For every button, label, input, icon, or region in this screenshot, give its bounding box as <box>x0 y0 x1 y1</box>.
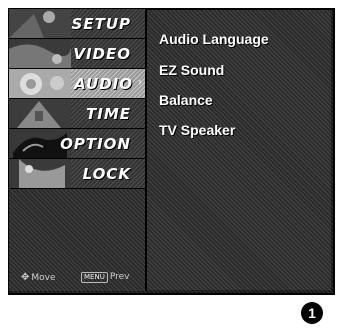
sidebar-item-label: OPTION <box>60 135 131 153</box>
prev-hint-label: Prev <box>109 272 130 282</box>
chevron-right-icon: › <box>138 77 142 88</box>
audio-thumbnail <box>9 69 71 98</box>
sidebar-item-time[interactable]: TIME <box>9 99 145 129</box>
prev-hint: MENU Prev <box>81 272 129 283</box>
sidebar-item-label: TIME <box>86 105 131 123</box>
sidebar-item-option[interactable]: OPTION <box>9 129 145 159</box>
time-thumbnail <box>9 99 71 128</box>
audio-submenu-pane: Audio Language EZ Sound Balance TV Speak… <box>147 10 331 290</box>
move-hint: ✥ Move <box>21 272 56 283</box>
lock-thumbnail <box>9 159 71 188</box>
submenu-item-ez-sound[interactable]: EZ Sound <box>159 62 224 78</box>
move-hint-label: Move <box>31 273 56 283</box>
main-menu-sidebar: SETUP VIDEO AUDIO › TIME OPTION LOCK <box>9 9 147 291</box>
sidebar-item-lock[interactable]: LOCK <box>9 159 145 189</box>
move-arrows-icon: ✥ <box>21 272 30 283</box>
submenu-item-audio-language[interactable]: Audio Language <box>159 31 269 47</box>
submenu-item-tv-speaker[interactable]: TV Speaker <box>159 122 235 138</box>
sidebar-item-video[interactable]: VIDEO <box>9 39 145 69</box>
sidebar-item-label: AUDIO <box>74 75 133 93</box>
sidebar-item-audio[interactable]: AUDIO › <box>9 69 145 99</box>
setup-thumbnail <box>9 9 71 38</box>
menu-key-icon: MENU <box>81 272 108 283</box>
sidebar-item-label: VIDEO <box>73 45 131 63</box>
sidebar-item-label: LOCK <box>82 165 131 183</box>
figure-number-badge: 1 <box>301 302 323 324</box>
video-thumbnail <box>9 39 71 68</box>
sidebar-item-setup[interactable]: SETUP <box>9 9 145 39</box>
submenu-item-balance[interactable]: Balance <box>159 92 213 108</box>
sidebar-item-label: SETUP <box>71 15 131 33</box>
navigation-hint-bar: ✥ Move MENU Prev <box>9 266 145 288</box>
